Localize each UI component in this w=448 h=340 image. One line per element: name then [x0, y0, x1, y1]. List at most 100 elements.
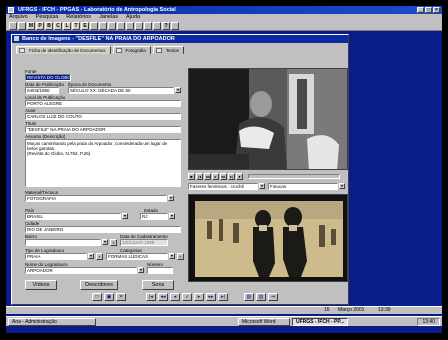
tipo-logradouro-lookup-icon[interactable]: ▪ [96, 253, 103, 260]
tab-fotografia[interactable]: Fotografia [112, 46, 151, 54]
report-icon[interactable]: ▥ [256, 293, 266, 301]
tipo-logradouro-dropdown-icon[interactable]: ▾ [88, 253, 94, 259]
extra-buttons: ▤ ▥ ⇥ [244, 293, 278, 301]
taskbar-item-ana[interactable]: Ana - Administração [8, 318, 96, 326]
tab-ficha[interactable]: Ficha de Identificação de Documentos [16, 46, 111, 54]
toolbar-t-button[interactable]: T [72, 22, 80, 30]
media-slider[interactable] [248, 174, 340, 179]
first-record-icon[interactable]: |◂ [146, 293, 156, 301]
epoca-dropdown-icon[interactable]: ▾ [175, 87, 181, 93]
pais-field[interactable]: BRASIL [25, 213, 121, 220]
image-icon[interactable] [90, 22, 98, 30]
stop-icon[interactable]: ■ [188, 173, 195, 180]
document-icon [14, 36, 19, 41]
tray-clock: 13:40 [422, 319, 435, 325]
autor-field[interactable]: CARLOS LUIZ DO COUTO [25, 113, 181, 120]
exit-icon[interactable] [171, 22, 179, 30]
toolbar-p-button[interactable]: P [36, 22, 44, 30]
next-record-icon[interactable]: ▸ [194, 293, 204, 301]
categorias-lookup-icon[interactable]: ▪ [177, 253, 184, 260]
data-publicacao-field[interactable]: 04/03/1960 [25, 87, 59, 94]
estado-field[interactable]: RJ [140, 213, 168, 220]
maximize-button[interactable]: □ [425, 7, 432, 13]
folder-icon[interactable] [18, 22, 26, 30]
toolbar-c-button[interactable]: C [54, 22, 62, 30]
prev-record-icon[interactable]: ◂ [170, 293, 180, 301]
photo-select-1[interactable]: Fazeres femininos : crochê [188, 183, 258, 190]
sons-button[interactable]: Sons [142, 280, 174, 290]
photo-icon [115, 48, 122, 53]
tab-textos[interactable]: Textos [152, 46, 184, 54]
taskbar-item-ufrgs[interactable]: UFRGS - IFCH - PP... [292, 318, 348, 326]
nome-logradouro-dropdown-icon[interactable]: ▾ [138, 267, 144, 273]
descritores-button[interactable]: Descritores [80, 280, 118, 290]
tab-label: Textos [165, 48, 179, 53]
local-field[interactable]: PORTO ALEGRE [25, 100, 181, 107]
photo-select-2-dropdown-icon[interactable]: ▾ [339, 183, 345, 189]
help-icon[interactable]: ? [162, 22, 170, 30]
forward-icon[interactable]: ▸▸ [220, 173, 227, 180]
status-date: Março 2001 [338, 307, 365, 313]
menu-relatorios[interactable]: Relatórios [66, 14, 91, 21]
fonte-field[interactable]: REVISTA DO GLOBO [25, 74, 71, 81]
nome-logradouro-field[interactable]: ARPOADOR [25, 267, 137, 274]
play-icon[interactable]: ▸ [212, 173, 219, 180]
estado-dropdown-icon[interactable]: ▾ [169, 213, 175, 219]
toolbar-l-button[interactable]: L [63, 22, 71, 30]
document-titlebar: Banco de Imagens - "DESFILE" NA PRAIA DO… [12, 35, 348, 43]
save-record-icon[interactable]: ▣ [104, 293, 114, 301]
epoca-field[interactable]: SÉCULO XX: DÉCADA DE 60 [68, 87, 174, 94]
menu-arquivo[interactable]: Arquivo [9, 14, 28, 21]
tab-label: Ficha de Identificação de Documentos [29, 48, 106, 53]
next-page-icon[interactable]: ▸▸ [206, 293, 216, 301]
material-dropdown-icon[interactable]: ▾ [168, 195, 174, 201]
print-record-icon[interactable]: ▤ [244, 293, 254, 301]
record-icon[interactable]: ● [236, 173, 243, 180]
categorias-dropdown-icon[interactable]: ▾ [169, 253, 175, 259]
menu-bar: Arquivo Pesquisa Relatórios Janelas Ajud… [6, 14, 442, 21]
rewind-icon[interactable]: ◂◂ [204, 173, 211, 180]
printer-icon[interactable] [153, 22, 161, 30]
speaker-icon[interactable] [108, 22, 116, 30]
minimize-button[interactable]: _ [417, 7, 424, 13]
assunto-textarea[interactable]: Moças caminhando pela praia do Arpoador,… [25, 139, 181, 187]
document-window: Banco de Imagens - "DESFILE" NA PRAIA DO… [11, 34, 349, 305]
menu-ajuda[interactable]: Ajuda [126, 14, 140, 21]
material-field[interactable]: FOTOGRAFIA [25, 195, 167, 202]
cidade-field[interactable]: RIO DE JANEIRO [25, 226, 181, 233]
categorias-field[interactable]: FORMAS LÚDICAS [106, 253, 168, 260]
last-frame-icon[interactable]: ▸| [228, 173, 235, 180]
new-record-icon[interactable]: □ [92, 293, 102, 301]
bairro-lookup-icon[interactable]: ▪ [110, 239, 117, 246]
users-icon[interactable] [144, 22, 152, 30]
exit-form-icon[interactable]: ⇥ [268, 293, 278, 301]
bairro-field[interactable] [25, 239, 101, 246]
window-controls: _ □ × [417, 7, 440, 13]
bairro-dropdown-icon[interactable]: ▾ [102, 239, 108, 245]
titulo-field[interactable]: "DESFILE" NA PRAIA DO ARPOADOR [25, 126, 181, 133]
delete-record-icon[interactable]: ✕ [116, 293, 126, 301]
toolbar-e-button[interactable]: E [81, 22, 89, 30]
film-icon[interactable] [99, 22, 107, 30]
globe-icon[interactable] [126, 22, 134, 30]
search-record-icon[interactable]: ⌕ [182, 293, 192, 301]
tipo-logradouro-field[interactable]: PRAIA [25, 253, 87, 260]
taskbar-item-word[interactable]: Microsoft Word [238, 318, 290, 326]
prev-page-icon[interactable]: ◂◂ [158, 293, 168, 301]
photo-select-2[interactable]: Fotocas [268, 183, 338, 190]
first-frame-icon[interactable]: |◂ [196, 173, 203, 180]
status-time: 13:39 [378, 307, 391, 313]
close-button[interactable]: × [433, 7, 440, 13]
numero-field[interactable] [147, 267, 173, 274]
menu-janelas[interactable]: Janelas [99, 14, 118, 21]
last-record-icon[interactable]: ▸| [218, 293, 228, 301]
photo-select-1-dropdown-icon[interactable]: ▾ [259, 183, 265, 189]
toolbar-m-button[interactable]: M [27, 22, 35, 30]
book-icon[interactable] [117, 22, 125, 30]
toolbar-b-button[interactable]: B [45, 22, 53, 30]
videos-button[interactable]: Vídeos [25, 280, 57, 290]
door-icon[interactable] [9, 22, 17, 30]
chart-icon[interactable] [135, 22, 143, 30]
menu-pesquisa[interactable]: Pesquisa [36, 14, 59, 21]
pais-dropdown-icon[interactable]: ▾ [122, 213, 128, 219]
